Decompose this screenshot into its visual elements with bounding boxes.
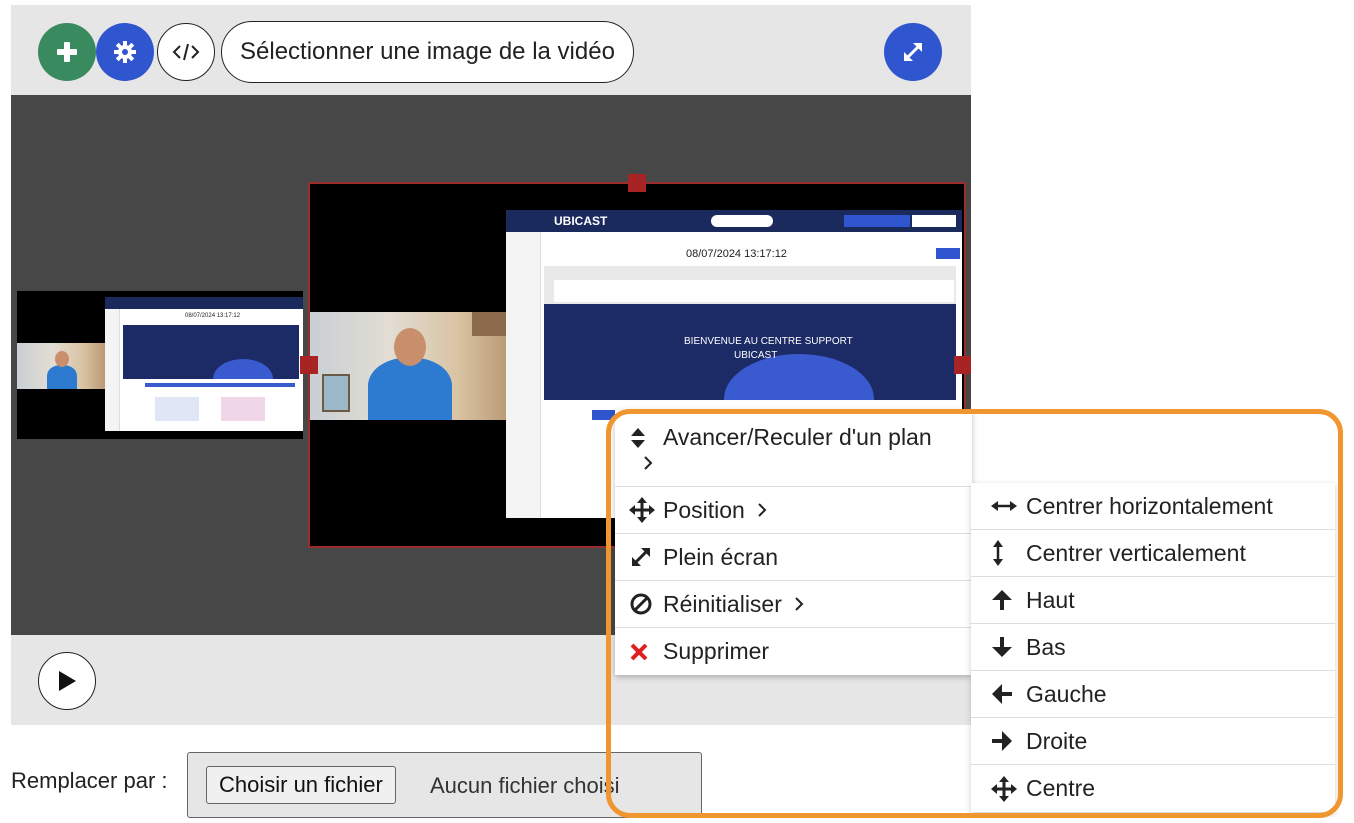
settings-button[interactable] — [96, 23, 154, 81]
submenu-item-label: Droite — [1026, 727, 1088, 754]
resize-handle-right[interactable] — [954, 356, 971, 374]
submenu-item-label: Centrer verticalement — [1026, 539, 1246, 566]
menu-item-reset[interactable]: Réinitialiser — [615, 581, 972, 628]
menu-item-label: Supprimer — [663, 638, 770, 664]
plus-icon — [57, 42, 77, 62]
add-button[interactable] — [38, 23, 96, 81]
submenu-item-label: Bas — [1026, 633, 1066, 660]
submenu-item-left[interactable]: Gauche — [971, 671, 1335, 718]
menu-item-position[interactable]: Position — [615, 487, 972, 534]
menu-item-layer-order[interactable]: Avancer/Reculer d'un plan — [615, 410, 972, 487]
arrows-horizontal-icon — [991, 483, 1017, 529]
chevron-right-icon — [794, 596, 804, 612]
arrow-left-icon — [991, 671, 1013, 717]
menu-item-label: Plein écran — [663, 543, 779, 570]
camera-source — [310, 312, 508, 420]
submenu-item-label: Haut — [1026, 586, 1075, 613]
thumbnail-screen: 08/07/2024 13:17:12 — [105, 297, 303, 431]
choose-file-button[interactable]: Choisir un fichier — [206, 766, 396, 804]
play-button[interactable] — [38, 652, 96, 710]
expand-icon — [629, 534, 653, 580]
position-submenu: Centrer horizontalement Centrer vertical… — [971, 483, 1335, 812]
menu-item-label: Avancer/Reculer d'un plan — [663, 424, 932, 450]
replace-label: Remplacer par : — [11, 768, 168, 793]
screen-brand: UBICAST — [554, 214, 608, 228]
layout-thumbnail[interactable]: 08/07/2024 13:17:12 — [17, 291, 303, 439]
screen-banner-line1: BIENVENUE AU CENTRE SUPPORT — [684, 336, 853, 347]
fullscreen-button[interactable] — [884, 23, 942, 81]
expand-icon — [904, 43, 922, 61]
arrow-up-icon — [991, 577, 1013, 623]
arrow-right-icon — [991, 718, 1013, 764]
chevron-right-icon — [757, 502, 767, 518]
menu-item-label: Réinitialiser — [663, 590, 782, 617]
ban-icon — [629, 581, 653, 627]
submenu-item-label: Centrer horizontalement — [1026, 492, 1273, 519]
arrow-down-icon — [991, 624, 1013, 670]
arrows-vertical-icon — [991, 530, 1005, 576]
chevron-right-icon — [643, 455, 653, 471]
context-menu: Avancer/Reculer d'un plan Position Plein… — [615, 410, 972, 675]
editor-toolbar: Sélectionner une image de la vidéo — [11, 5, 971, 95]
code-button[interactable] — [157, 23, 215, 81]
submenu-item-bottom[interactable]: Bas — [971, 624, 1335, 671]
thumbnail-title: 08/07/2024 13:17:12 — [185, 313, 241, 319]
screen-banner-line2: UBICAST — [734, 350, 778, 361]
sort-icon — [629, 424, 647, 452]
gear-icon — [114, 41, 136, 63]
menu-item-fullscreen[interactable]: Plein écran — [615, 534, 972, 581]
move-icon — [629, 487, 655, 533]
submenu-item-center-vertical[interactable]: Centrer verticalement — [971, 530, 1335, 577]
submenu-item-top[interactable]: Haut — [971, 577, 1335, 624]
move-icon — [991, 765, 1017, 812]
code-icon — [172, 43, 200, 61]
play-icon — [59, 671, 76, 691]
submenu-item-center[interactable]: Centre — [971, 765, 1335, 812]
resize-handle-top[interactable] — [628, 174, 646, 192]
submenu-item-label: Centre — [1026, 775, 1096, 801]
file-input[interactable]: Choisir un fichier Aucun fichier choisi — [187, 752, 702, 818]
submenu-item-center-horizontal[interactable]: Centrer horizontalement — [971, 483, 1335, 530]
resize-handle-left[interactable] — [300, 356, 318, 374]
select-frame-button[interactable]: Sélectionner une image de la vidéo — [221, 21, 634, 83]
submenu-item-label: Gauche — [1026, 680, 1107, 707]
submenu-item-right[interactable]: Droite — [971, 718, 1335, 765]
file-status: Aucun fichier choisi — [430, 773, 620, 798]
close-icon — [629, 628, 649, 675]
screen-title: 08/07/2024 13:17:12 — [686, 248, 787, 260]
menu-item-label: Position — [663, 496, 745, 523]
thumbnail-camera — [17, 343, 105, 389]
menu-item-delete[interactable]: Supprimer — [615, 628, 972, 675]
